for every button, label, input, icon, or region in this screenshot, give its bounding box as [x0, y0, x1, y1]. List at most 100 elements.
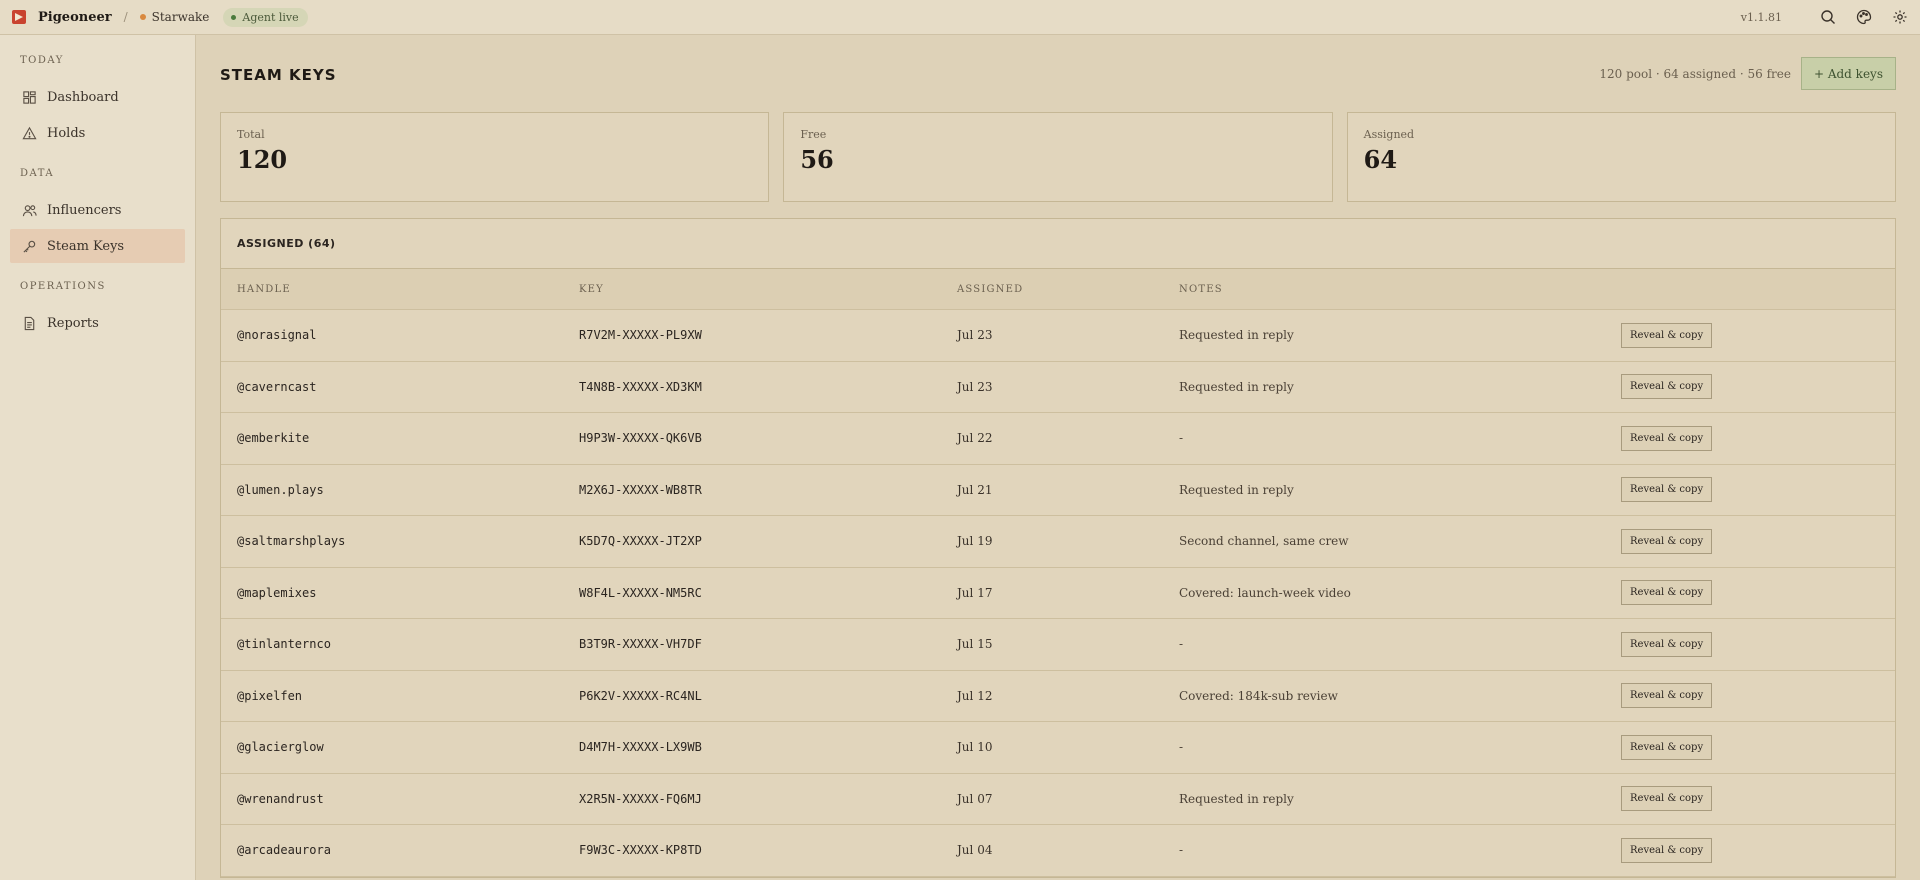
- settings-gear-icon[interactable]: [1892, 9, 1908, 25]
- handle-cell: @norasignal: [237, 328, 317, 343]
- column-header-handle[interactable]: HANDLE: [237, 284, 579, 295]
- handle-cell: @pixelfen: [237, 688, 303, 703]
- key-cell: R7V2M-XXXXX-PL9XW: [579, 328, 702, 343]
- key-cell: B3T9R-XXXXX-VH7DF: [579, 637, 702, 652]
- column-header-notes[interactable]: NOTES: [1179, 284, 1621, 295]
- table-row: @glacierglow D4M7H-XXXXX-LX9WB Jul 10 - Reve…: [221, 722, 1895, 774]
- key-icon: [23, 240, 36, 253]
- reveal-copy-button[interactable]: Reveal & copy: [1621, 683, 1713, 709]
- assigned-date-cell: Jul 23: [957, 379, 993, 394]
- users-icon: [22, 204, 37, 216]
- handle-cell: @emberkite: [237, 431, 310, 446]
- key-cell: K5D7Q-XXXXX-JT2XP: [579, 534, 702, 549]
- app-logo-icon[interactable]: [12, 10, 26, 24]
- reveal-copy-button[interactable]: Reveal & copy: [1621, 374, 1713, 400]
- reveal-copy-button[interactable]: Reveal & copy: [1621, 631, 1713, 657]
- notes-cell: -: [1179, 740, 1184, 755]
- stat-value: 56: [800, 145, 834, 174]
- notes-cell: Requested in reply: [1179, 791, 1294, 806]
- notes-cell: -: [1179, 637, 1184, 652]
- main-content: STEAM KEYS 120 pool · 64 assigned · 56 f…: [196, 35, 1920, 880]
- agent-status-dot: [231, 14, 237, 20]
- reveal-copy-button[interactable]: Reveal & copy: [1621, 322, 1713, 348]
- sidebar-item-reports[interactable]: Reports: [10, 306, 185, 340]
- notes-cell: Requested in reply: [1179, 482, 1294, 497]
- project-name: Starwake: [151, 10, 210, 24]
- handle-cell: @arcadeaurora: [237, 843, 331, 858]
- key-cell: M2X6J-XXXXX-WB8TR: [579, 482, 702, 497]
- table-body: @norasignal R7V2M-XXXXX-PL9XW Jul 23 Reques…: [221, 310, 1895, 877]
- table-row: @norasignal R7V2M-XXXXX-PL9XW Jul 23 Reques…: [221, 310, 1895, 362]
- notes-cell: Requested in reply: [1179, 379, 1294, 394]
- reveal-copy-button[interactable]: Reveal & copy: [1621, 425, 1713, 451]
- sidebar-item-dashboard[interactable]: Dashboard: [10, 80, 185, 114]
- key-cell: H9P3W-XXXXX-QK6VB: [579, 431, 702, 446]
- document-icon: [24, 316, 35, 330]
- reveal-copy-button[interactable]: Reveal & copy: [1621, 477, 1713, 503]
- warning-icon: [22, 126, 37, 139]
- column-header-key[interactable]: KEY: [579, 284, 957, 295]
- stat-value: 120: [237, 145, 288, 174]
- column-header-assigned[interactable]: ASSIGNED: [957, 284, 1179, 295]
- notes-cell: -: [1179, 843, 1184, 858]
- reveal-copy-button[interactable]: Reveal & copy: [1621, 837, 1713, 863]
- sidebar-item-label: Dashboard: [47, 89, 119, 105]
- notes-cell: Second channel, same crew: [1179, 534, 1349, 549]
- app-name[interactable]: Pigeoneer: [38, 10, 112, 25]
- assigned-date-cell: Jul 21: [957, 482, 993, 497]
- assigned-keys-table: ASSIGNED (64) HANDLE KEY ASSIGNED NOTES …: [220, 218, 1896, 878]
- assigned-date-cell: Jul 04: [957, 843, 993, 858]
- assigned-date-cell: Jul 10: [957, 740, 993, 755]
- reveal-copy-button[interactable]: Reveal & copy: [1621, 786, 1713, 812]
- key-cell: X2R5N-XXXXX-FQ6MJ: [579, 791, 702, 806]
- stats-row: Total 120 Free 56 Assigned 64: [220, 112, 1896, 202]
- handle-cell: @maplemixes: [237, 585, 317, 600]
- add-keys-button[interactable]: + Add keys: [1800, 57, 1896, 90]
- stat-value: 64: [1363, 145, 1398, 174]
- sidebar-item-holds[interactable]: Holds: [10, 116, 185, 150]
- key-cell: P6K2V-XXXXX-RC4NL: [579, 688, 702, 703]
- handle-cell: @lumen.plays: [237, 482, 324, 497]
- pool-summary: 120 pool · 64 assigned · 56 free: [1599, 66, 1791, 81]
- page-title: STEAM KEYS: [220, 65, 337, 84]
- table-row: @maplemixes W8F4L-XXXXX-NM5RC Jul 17 Covere…: [221, 568, 1895, 619]
- table-row: @arcadeaurora F9W3C-XXXXX-KP8TD Jul 04 - Rev…: [221, 825, 1895, 877]
- sidebar-item-label: Steam Keys: [47, 238, 125, 254]
- search-icon[interactable]: [1820, 9, 1836, 25]
- project-color-dot: [139, 14, 146, 20]
- assigned-date-cell: Jul 19: [957, 534, 993, 549]
- notes-cell: Requested in reply: [1179, 328, 1294, 343]
- top-bar: Pigeoneer / Starwake Agent live v1.1.81: [0, 0, 1920, 35]
- table-header: HANDLE KEY ASSIGNED NOTES: [221, 269, 1895, 310]
- reveal-copy-button[interactable]: Reveal & copy: [1621, 528, 1713, 554]
- agent-status-badge: Agent live: [223, 7, 308, 27]
- table-row: @saltmarshplays K5D7Q-XXXXX-JT2XP Jul 19 Se…: [221, 516, 1895, 568]
- sidebar-section-data: DATA: [20, 168, 55, 179]
- notes-cell: -: [1179, 431, 1184, 446]
- handle-cell: @saltmarshplays: [237, 534, 346, 549]
- key-cell: D4M7H-XXXXX-LX9WB: [579, 740, 702, 755]
- stat-label: Free: [800, 128, 827, 141]
- notes-cell: Covered: 184k-sub review: [1179, 688, 1338, 703]
- sidebar-item-label: Influencers: [47, 202, 122, 218]
- reveal-copy-button[interactable]: Reveal & copy: [1621, 580, 1713, 606]
- stat-card-total: Total 120: [220, 112, 770, 202]
- assigned-date-cell: Jul 07: [957, 791, 993, 806]
- reveal-copy-button[interactable]: Reveal & copy: [1621, 734, 1713, 760]
- table-row: @tinlanternco B3T9R-XXXXX-VH7DF Jul 15 - Rev…: [221, 619, 1895, 671]
- sidebar-item-influencers[interactable]: Influencers: [10, 193, 185, 227]
- handle-cell: @caverncast: [237, 379, 317, 394]
- table-row: @lumen.plays M2X6J-XXXXX-WB8TR Jul 21 Reque…: [221, 465, 1895, 516]
- stat-card-free: Free 56: [783, 112, 1333, 202]
- breadcrumb-separator: /: [123, 10, 128, 24]
- palette-icon[interactable]: [1856, 9, 1872, 25]
- key-cell: W8F4L-XXXXX-NM5RC: [579, 585, 702, 600]
- table-row: @pixelfen P6K2V-XXXXX-RC4NL Jul 12 Covered:…: [221, 671, 1895, 722]
- sidebar-section-today: TODAY: [20, 55, 64, 66]
- project-selector[interactable]: Starwake: [139, 10, 210, 24]
- assigned-date-cell: Jul 23: [957, 328, 993, 343]
- sidebar-item-steam-keys[interactable]: Steam Keys: [10, 229, 185, 263]
- table-row: @caverncast T4N8B-XXXXX-XD3KM Jul 23 Reques…: [221, 362, 1895, 413]
- assigned-date-cell: Jul 12: [957, 688, 993, 703]
- assigned-date-cell: Jul 15: [957, 637, 993, 652]
